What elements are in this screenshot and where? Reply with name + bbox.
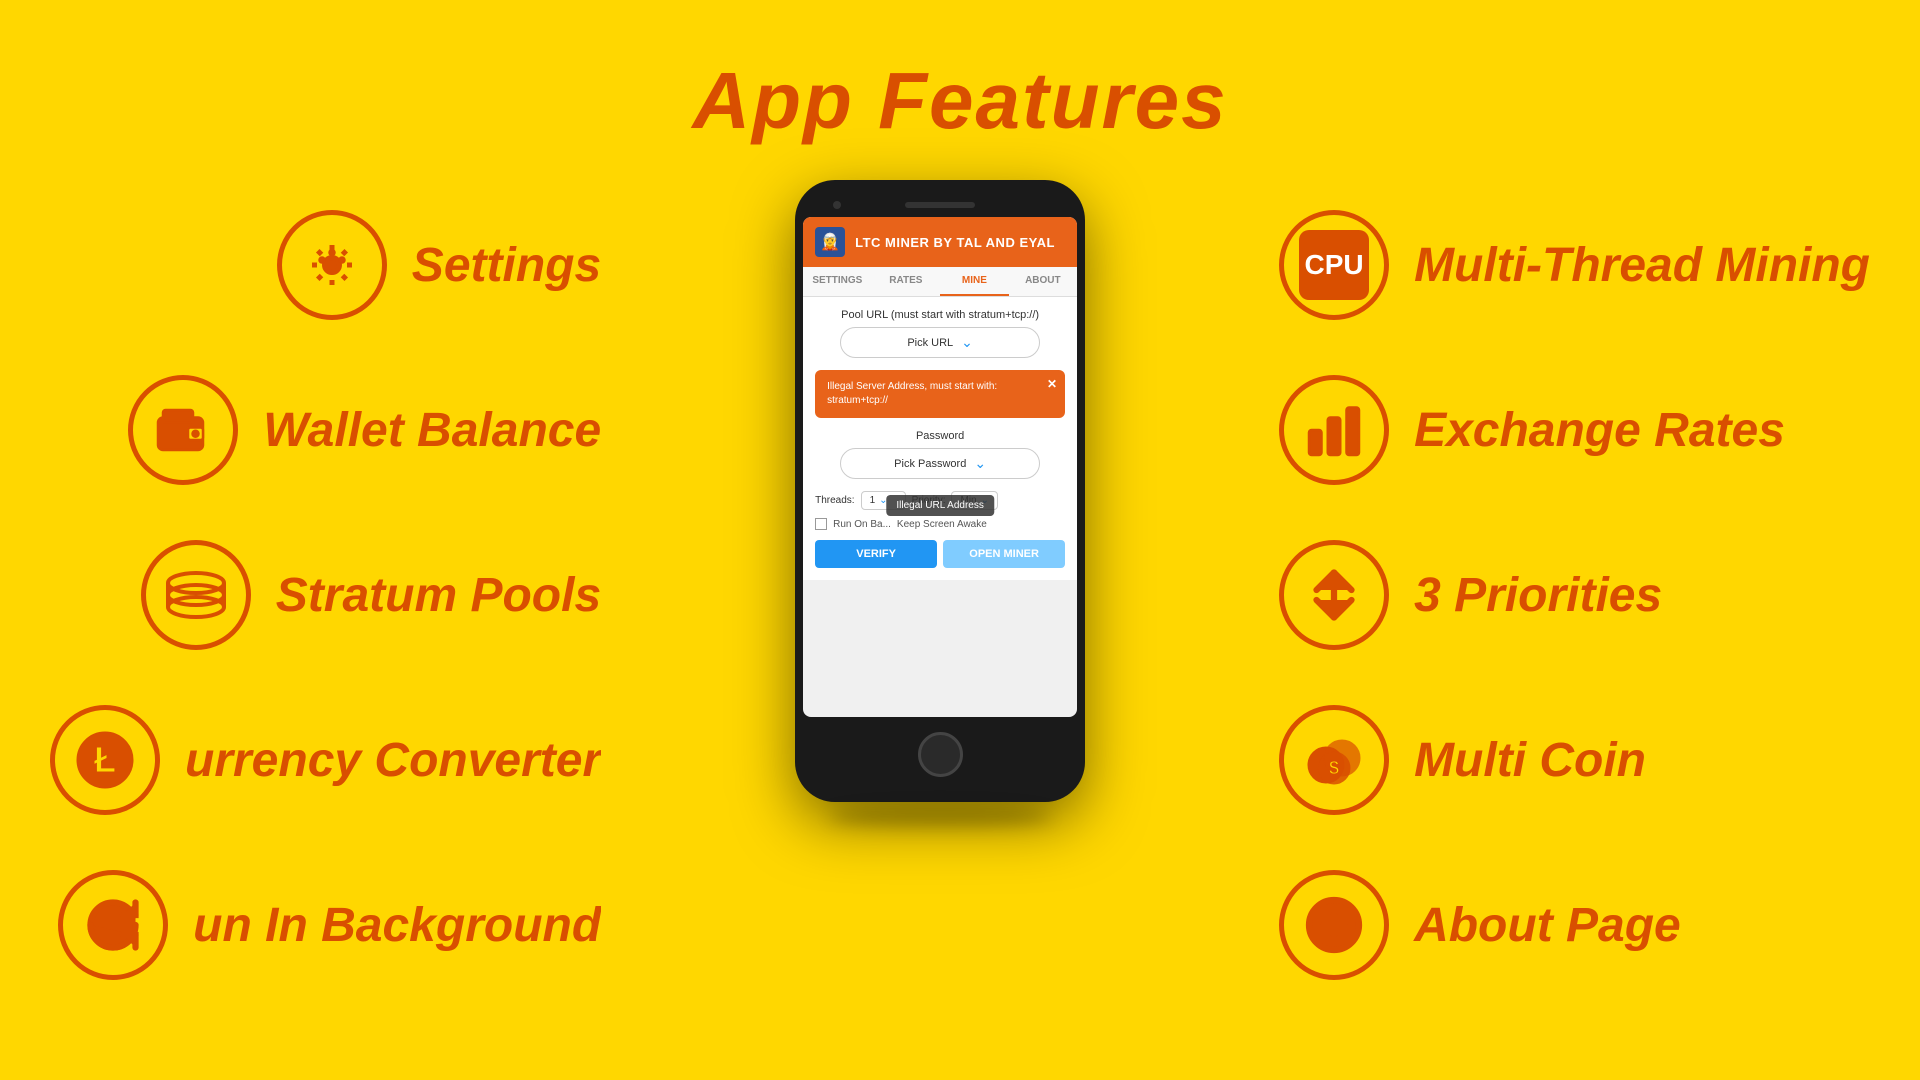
feature-priorities: 3 Priorities — [1279, 540, 1870, 650]
home-button[interactable] — [918, 732, 963, 777]
multi-thread-label: Multi-Thread Mining — [1414, 238, 1870, 293]
phone-screen: 🧝 LTC MINER BY TAL AND EYAL SETTINGS RAT… — [803, 217, 1077, 717]
wallet-icon — [128, 375, 238, 485]
coin-icon: $ — [1279, 705, 1389, 815]
tab-rates[interactable]: RATES — [872, 267, 941, 296]
plus-icon — [1279, 870, 1389, 980]
checkbox-row: Run On Ba... Keep Screen Awake — [815, 518, 1065, 530]
left-features: Settings Walle — [30, 200, 601, 980]
open-miner-button[interactable]: OPEN MINER — [943, 540, 1065, 568]
app-logo: 🧝 — [815, 227, 845, 257]
feature-run-background: un In Background — [50, 870, 601, 980]
litecoin-icon: Ł — [50, 705, 160, 815]
app-header-title: LTC MINER BY TAL AND EYAL — [855, 235, 1055, 250]
phone-speaker — [905, 202, 975, 208]
chart-icon — [1279, 375, 1389, 485]
pick-password-button[interactable]: Pick Password ⌄ — [840, 448, 1040, 479]
feature-multi-thread: CPU Multi-Thread Mining — [1279, 210, 1870, 320]
right-features: CPU Multi-Thread Mining Exchange Rates — [1279, 200, 1890, 980]
pick-password-arrow: ⌄ — [974, 455, 986, 472]
phone-bottom — [803, 717, 1077, 782]
svg-text:$: $ — [1329, 758, 1339, 778]
feature-exchange-rates: Exchange Rates — [1279, 375, 1870, 485]
error-text: Illegal Server Address, must start with:… — [827, 381, 997, 406]
run-background-label: un In Background — [193, 898, 601, 953]
exchange-rates-label: Exchange Rates — [1414, 403, 1785, 458]
stratum-pools-label: Stratum Pools — [276, 568, 601, 623]
threads-label: Threads: — [815, 495, 854, 506]
app-header: 🧝 LTC MINER BY TAL AND EYAL — [803, 217, 1077, 267]
tooltip-bubble: Illegal URL Address — [886, 495, 993, 516]
multi-coin-label: Multi Coin — [1414, 733, 1646, 788]
cpu-box: CPU — [1299, 230, 1369, 300]
action-buttons-row: VERIFY OPEN MINER Illegal URL Address — [815, 540, 1065, 568]
pick-url-button[interactable]: Pick URL ⌄ — [840, 327, 1040, 358]
feature-multi-coin: $ Multi Coin — [1279, 705, 1870, 815]
phone-body: 🧝 LTC MINER BY TAL AND EYAL SETTINGS RAT… — [795, 180, 1085, 802]
tab-mine[interactable]: MINE — [940, 267, 1009, 296]
phone-mockup: 🧝 LTC MINER BY TAL AND EYAL SETTINGS RAT… — [795, 180, 1085, 827]
feature-currency-converter: urrency Converter Ł — [50, 705, 601, 815]
features-container: Settings Walle — [0, 140, 1920, 1080]
wallet-balance-label: Wallet Balance — [263, 403, 601, 458]
feature-stratum-pools: Stratum Pools — [50, 540, 601, 650]
feature-settings: Settings — [50, 210, 601, 320]
keep-screen-text: Keep Screen Awake — [897, 519, 987, 530]
settings-label: Settings — [412, 238, 601, 293]
feature-about-page: About Page — [1279, 870, 1870, 980]
phone-camera — [833, 201, 841, 209]
priorities-label: 3 Priorities — [1414, 568, 1662, 623]
feature-wallet-balance: Wallet Balance — [50, 375, 601, 485]
tab-about[interactable]: ABOUT — [1009, 267, 1078, 296]
page-title: App Features — [0, 0, 1920, 147]
app-content: Pool URL (must start with stratum+tcp://… — [803, 297, 1077, 580]
cpu-icon: CPU — [1279, 210, 1389, 320]
run-background-checkbox[interactable] — [815, 518, 827, 530]
pick-url-arrow: ⌄ — [961, 334, 973, 351]
app-tabs: SETTINGS RATES MINE ABOUT — [803, 267, 1077, 297]
tab-settings[interactable]: SETTINGS — [803, 267, 872, 296]
pool-icon — [141, 540, 251, 650]
currency-converter-label: urrency Converter — [185, 733, 601, 788]
error-close-button[interactable]: ✕ — [1047, 376, 1057, 393]
error-banner: Illegal Server Address, must start with:… — [815, 370, 1065, 418]
settings-icon — [277, 210, 387, 320]
svg-text:Ł: Ł — [94, 739, 116, 780]
password-label: Password — [815, 430, 1065, 442]
phone-shadow — [830, 807, 1050, 827]
run-background-text: Run On Ba... — [833, 519, 891, 530]
phone-top-bar — [803, 192, 1077, 217]
about-page-label: About Page — [1414, 898, 1681, 953]
arrows-icon — [1279, 540, 1389, 650]
pool-url-label: Pool URL (must start with stratum+tcp://… — [815, 309, 1065, 321]
refresh-icon — [58, 870, 168, 980]
verify-button[interactable]: VERIFY — [815, 540, 937, 568]
